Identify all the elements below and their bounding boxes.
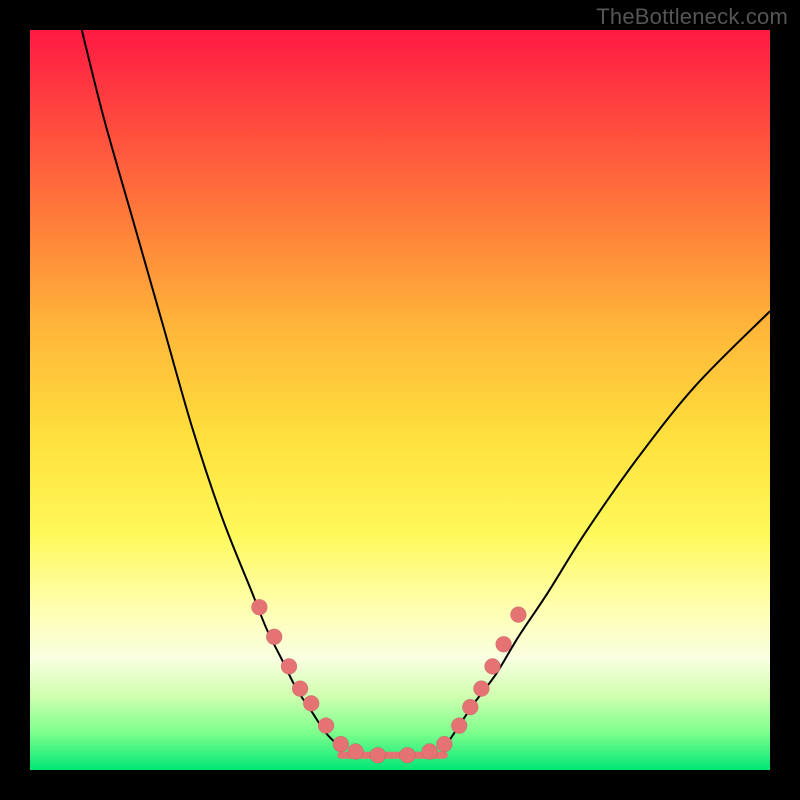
marker-dot (422, 744, 438, 760)
plot-area (30, 30, 770, 770)
chart-svg (30, 30, 770, 770)
marker-dot (251, 599, 267, 615)
marker-dot (318, 718, 334, 734)
marker-dot (496, 636, 512, 652)
right-curve (444, 311, 770, 748)
marker-dot (451, 718, 467, 734)
marker-dot (281, 658, 297, 674)
marker-dot (473, 681, 489, 697)
marker-dot (333, 736, 349, 752)
marker-dot (436, 736, 452, 752)
marker-dot (292, 681, 308, 697)
marker-dot (266, 629, 282, 645)
left-curve (82, 30, 341, 748)
attribution-label: TheBottleneck.com (596, 4, 788, 30)
marker-dot (462, 699, 478, 715)
marker-dot (303, 695, 319, 711)
marker-dot (348, 744, 364, 760)
marker-dot (370, 747, 386, 763)
marker-dot (485, 658, 501, 674)
marker-dot (510, 607, 526, 623)
marker-dot (399, 747, 415, 763)
chart-frame: TheBottleneck.com (0, 0, 800, 800)
